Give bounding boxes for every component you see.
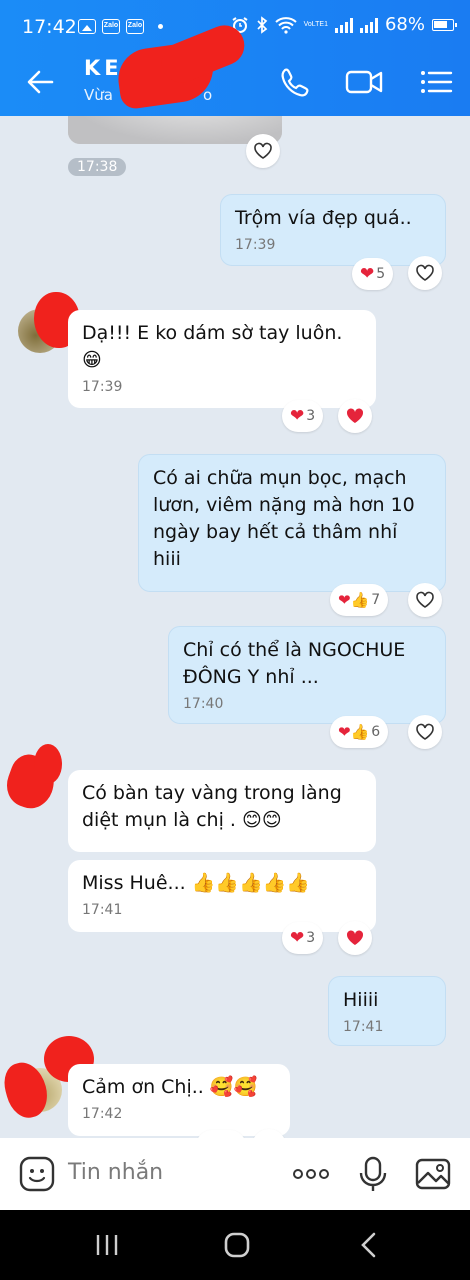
message-time: 17:39 (235, 237, 276, 253)
message-text: Dạ!!! E ko dám sờ tay luôn. (82, 322, 343, 344)
heart-icon (346, 930, 364, 945)
message-emoji: 👍👍👍👍👍 (191, 872, 310, 894)
video-icon[interactable] (344, 62, 386, 102)
react-button[interactable] (408, 256, 442, 290)
contact-name[interactable]: KE (84, 56, 123, 80)
reaction-summary[interactable]: ❤ 3 (282, 922, 324, 954)
reaction-summary[interactable]: ❤ 3 (282, 400, 324, 432)
message-emoji: 😁 (82, 349, 102, 371)
sticker-icon[interactable] (18, 1155, 56, 1193)
system-nav-bar (0, 1210, 470, 1280)
message-text: Chỉ có thể là NGOCHUE ĐÔNG Y nhỉ ... (183, 639, 406, 688)
signal-icon (334, 17, 353, 33)
bluetooth-icon (256, 15, 267, 34)
notification-icons: Zalo Zalo (78, 19, 163, 34)
message-bubble-in[interactable]: Có bàn tay vàng trong làng diệt mụn là c… (68, 770, 376, 852)
message-time: 17:39 (82, 379, 123, 395)
system-icons: VoLTE1 68% (231, 14, 457, 35)
app-header: 17:42 Zalo Zalo VoLTE1 68% KE Vừa i o (0, 0, 470, 116)
reaction-emoji: ❤ (290, 406, 305, 426)
battery-percent: 68% (384, 14, 425, 35)
reaction-count: 6 (371, 724, 381, 740)
heart-icon (416, 264, 434, 281)
reaction-summary[interactable]: ❤👍 7 (330, 584, 389, 616)
reaction-emoji: ❤👍 (338, 723, 370, 741)
wifi-icon (274, 16, 297, 34)
message-bubble-out[interactable]: Chỉ có thể là NGOCHUE ĐÔNG Y nhỉ ... 17:… (168, 626, 446, 724)
message-time: 17:41 (82, 902, 123, 918)
message-text: Cảm ơn Chị.. (82, 1076, 204, 1098)
message-text: Có ai chữa mụn bọc, mạch lươn, viêm nặng… (153, 467, 415, 570)
heart-icon (416, 723, 434, 740)
message-text: Trộm vía đẹp quá.. (235, 207, 412, 229)
contact-status: Vừa (84, 86, 113, 104)
reaction-count: 5 (376, 266, 386, 282)
react-button[interactable] (408, 715, 442, 749)
reaction-emoji: ❤ (290, 928, 305, 948)
back-arrow-icon[interactable] (24, 66, 56, 98)
phone-icon[interactable] (274, 62, 314, 102)
message-text: Có bàn tay vàng trong làng diệt mụn là c… (82, 782, 342, 831)
react-button[interactable] (246, 134, 280, 168)
reaction-count: 3 (306, 408, 316, 424)
react-button[interactable] (408, 583, 442, 617)
message-time: 17:42 (82, 1106, 123, 1122)
zalo-notification-icon: Zalo (102, 19, 120, 34)
gallery-notification-icon (78, 19, 96, 34)
zalo-notification-icon: Zalo (126, 19, 144, 34)
message-emoji: 😊😊 (242, 809, 282, 831)
message-bubble-out[interactable]: Có ai chữa mụn bọc, mạch lươn, viêm nặng… (138, 454, 446, 592)
message-emoji: 🥰🥰 (209, 1076, 258, 1098)
message-time: 17:40 (183, 696, 224, 712)
message-bubble-in[interactable]: Miss Huê... 👍👍👍👍👍 17:41 (68, 860, 376, 932)
image-icon[interactable] (414, 1155, 452, 1193)
network-label: VoLTE1 (303, 20, 328, 28)
signal-icon-2 (359, 17, 378, 33)
message-text: Miss Huê... (82, 872, 186, 894)
more-notifications-dot (158, 24, 163, 29)
nav-back-icon[interactable] (354, 1230, 384, 1260)
chat-area[interactable]: 17:38 Trộm vía đẹp quá.. 17:39 ❤ 5 Dạ!!!… (0, 116, 470, 1138)
heart-icon (346, 408, 364, 423)
heart-icon (416, 591, 434, 608)
reaction-emoji: ❤👍 (338, 591, 370, 609)
reaction-count: 3 (306, 930, 316, 946)
more-icon[interactable] (290, 1155, 332, 1193)
avatar-redaction (34, 744, 62, 784)
time-separator: 17:38 (68, 158, 127, 176)
status-time: 17:42 (22, 16, 77, 38)
message-input-bar: Tin nhắn (0, 1138, 470, 1210)
message-bubble-in[interactable]: Cảm ơn Chị.. 🥰🥰 17:42 (68, 1064, 290, 1136)
battery-icon (432, 18, 457, 31)
message-text: Hiiii (343, 989, 379, 1011)
reaction-emoji: ❤ (360, 264, 375, 284)
message-time: 17:41 (343, 1019, 384, 1035)
avatar-redaction (0, 1057, 53, 1123)
reaction-summary[interactable]: ❤👍 6 (330, 716, 389, 748)
message-bubble-out[interactable]: Trộm vía đẹp quá.. 17:39 (220, 194, 446, 266)
volte-icon: VoLTE1 (304, 21, 328, 29)
mic-icon[interactable] (354, 1155, 392, 1193)
reaction-summary[interactable]: ❤ 5 (352, 258, 394, 290)
message-bubble-out[interactable]: Hiiii 17:41 (328, 976, 446, 1046)
menu-icon[interactable] (416, 62, 456, 102)
home-icon[interactable] (222, 1230, 252, 1260)
message-input[interactable]: Tin nhắn (68, 1160, 163, 1185)
heart-icon (254, 142, 272, 159)
message-bubble-in[interactable]: Dạ!!! E ko dám sờ tay luôn. 😁 17:39 (68, 310, 376, 408)
react-button[interactable] (338, 399, 372, 433)
reaction-count: 7 (371, 592, 381, 608)
recents-icon[interactable] (92, 1230, 122, 1260)
react-button[interactable] (338, 921, 372, 955)
